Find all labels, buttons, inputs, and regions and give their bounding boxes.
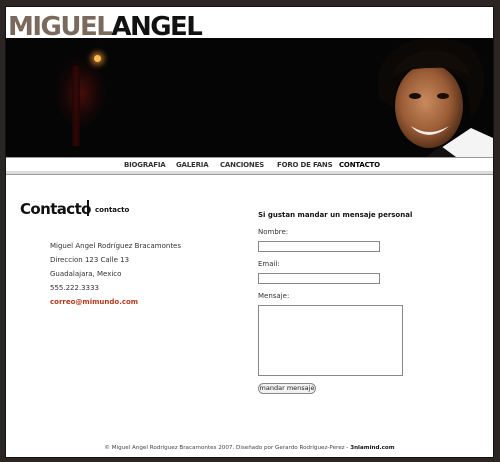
- nav-galeria[interactable]: GALERIA: [176, 161, 209, 169]
- main-navigation: BIOGRAFIA GALERIA CANCIONES FORO DE FANS…: [6, 157, 493, 175]
- name-field[interactable]: [258, 241, 380, 252]
- contact-city: Guadalajara, Mexico: [50, 270, 122, 278]
- message-label: Mensaje:: [258, 292, 290, 300]
- nav-foro-de-fans[interactable]: FORO DE FANS: [277, 161, 333, 169]
- contact-email-link[interactable]: correo@mimundo.com: [50, 298, 138, 306]
- lamp-light: [94, 55, 101, 62]
- page-title: Contacto: [20, 200, 91, 218]
- nav-biografia[interactable]: BIOGRAFIA: [124, 161, 166, 169]
- page-subtitle: contacto: [95, 206, 130, 214]
- footer: © Miguel Angel Rodríguez Bracamontes 200…: [6, 445, 493, 451]
- footer-designer-link[interactable]: 3nlamind.com: [350, 445, 394, 451]
- red-curtain-glow: [56, 58, 106, 128]
- contact-phone: 555.222.3333: [50, 284, 99, 292]
- footer-copyright: © Miguel Angel Rodríguez Bracamontes 200…: [104, 445, 349, 451]
- email-label: Email:: [258, 260, 280, 268]
- name-label: Nombre:: [258, 228, 289, 236]
- header-banner: [6, 38, 493, 157]
- nav-contacto[interactable]: CONTACTO: [339, 161, 380, 169]
- contact-name: Miguel Angel Rodríguez Bracamontes: [50, 242, 182, 250]
- title-divider: [87, 200, 89, 216]
- message-textarea[interactable]: [258, 305, 403, 376]
- artist-portrait: [371, 38, 493, 157]
- send-message-button[interactable]: mandar mensaje: [258, 383, 316, 394]
- page-container: MIGUELANGEL BIOGRAFIA GALERIA CANCIONES …: [5, 6, 494, 458]
- nav-canciones[interactable]: CANCIONES: [220, 161, 264, 169]
- email-field[interactable]: [258, 273, 380, 284]
- red-curtain: [72, 66, 80, 146]
- site-logo[interactable]: MIGUELANGEL: [8, 14, 203, 40]
- contact-street: Direccion 123 Calle 13: [50, 256, 130, 264]
- form-heading: Si gustan mandar un mensaje personal: [258, 211, 413, 219]
